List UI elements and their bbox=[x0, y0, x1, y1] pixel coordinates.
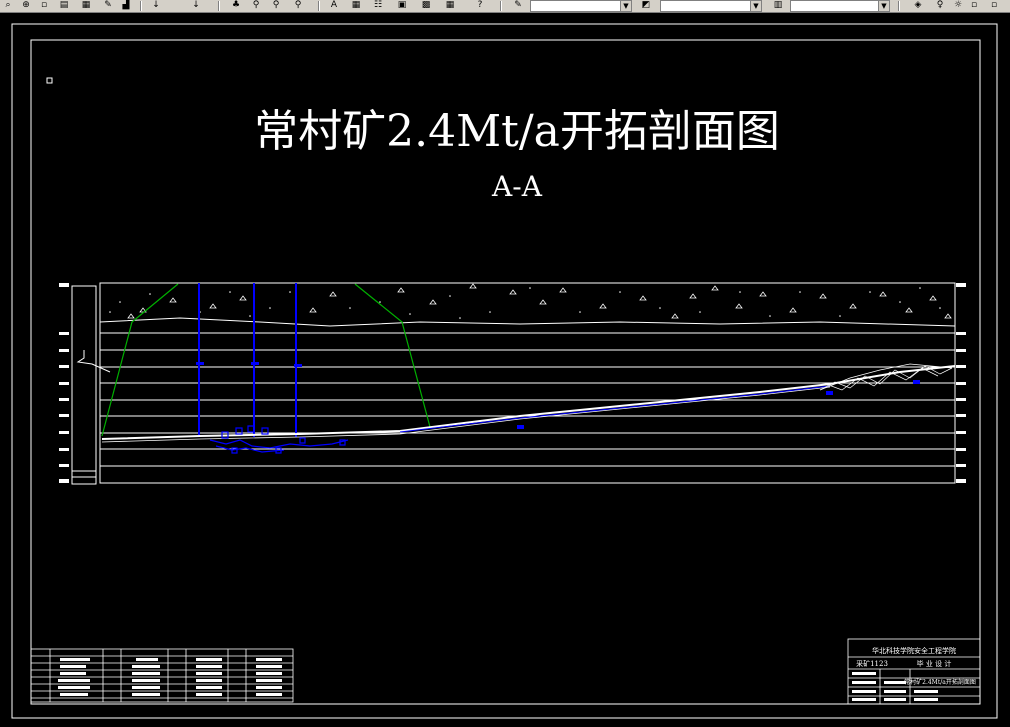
cursor-box-icon bbox=[46, 77, 53, 84]
tool-palette-icon[interactable]: ▩ bbox=[418, 0, 434, 11]
chevron-down-icon[interactable]: ▼ bbox=[878, 1, 889, 11]
redo-icon[interactable]: ↓ bbox=[188, 0, 204, 11]
layer-lock-icon[interactable]: ▫ bbox=[986, 0, 1002, 11]
zoom-realtime-icon[interactable]: ⊕ bbox=[18, 0, 34, 11]
layer-freeze-icon[interactable]: ▫ bbox=[966, 0, 982, 11]
chevron-down-icon[interactable]: ▼ bbox=[750, 1, 761, 11]
sun-icon[interactable]: ☼ bbox=[950, 0, 966, 11]
zoom-window-icon[interactable]: ⚲ bbox=[248, 0, 264, 11]
title-block: 华北科技学院安全工程学院 采矿1123 毕 业 设 计 常村矿2.4Mt/a开拓… bbox=[847, 638, 981, 705]
dimension-style-icon[interactable]: ◩ bbox=[638, 0, 654, 11]
title-block-class: 采矿1123 bbox=[856, 659, 888, 668]
help-icon[interactable]: ? bbox=[472, 0, 488, 11]
text-style-dropdown[interactable]: ▼ bbox=[530, 0, 632, 12]
dimension-style-dropdown[interactable]: ▼ bbox=[660, 0, 762, 12]
table-style-dropdown[interactable]: ▼ bbox=[790, 0, 890, 12]
paste-icon[interactable]: ▦ bbox=[78, 0, 94, 11]
zoom-previous-icon[interactable]: ⚲ bbox=[268, 0, 284, 11]
undo-icon[interactable]: ↓ bbox=[148, 0, 164, 11]
color-icon[interactable]: ♣ bbox=[228, 0, 244, 11]
pencil-icon[interactable]: ✎ bbox=[510, 0, 526, 11]
title-block-school: 华北科技学院安全工程学院 bbox=[872, 646, 956, 655]
right-elevation-scale bbox=[956, 283, 966, 483]
drawing-canvas[interactable]: 常村矿2.4Mt/a开拓剖面图 A-A 华北科技学院安全工程学院 采矿1123 … bbox=[0, 12, 1010, 722]
slope-right bbox=[354, 283, 431, 428]
layers-icon[interactable]: ◈ bbox=[910, 0, 926, 11]
match-properties-icon[interactable]: ▟ bbox=[118, 0, 134, 11]
layer-state-icon[interactable]: ♀ bbox=[932, 0, 948, 11]
chevron-down-icon[interactable]: ▼ bbox=[620, 1, 631, 11]
brush-icon[interactable]: ✎ bbox=[100, 0, 116, 11]
drawing-subtitle: A-A bbox=[491, 170, 543, 203]
zoom-icon[interactable]: ⌕ bbox=[0, 0, 16, 11]
section-profile bbox=[59, 282, 966, 485]
new-file-icon[interactable]: ▫ bbox=[36, 0, 52, 11]
table-style-icon[interactable]: ▥ bbox=[770, 0, 786, 11]
layer-tool-icon[interactable]: ▦ bbox=[348, 0, 364, 11]
title-block-drawing-name: 常村矿2.4Mt/a开拓剖面图 bbox=[904, 678, 976, 686]
zoom-icon-2[interactable]: ⚲ bbox=[290, 0, 306, 11]
table-icon[interactable]: ▦ bbox=[442, 0, 458, 11]
legend-table bbox=[30, 648, 294, 703]
properties-icon[interactable]: ☷ bbox=[370, 0, 386, 11]
design-center-icon[interactable]: ▣ bbox=[394, 0, 410, 11]
title-block-design: 毕 业 设 计 bbox=[917, 659, 952, 668]
open-folder-icon[interactable]: ▤ bbox=[56, 0, 72, 11]
main-roadway bbox=[101, 365, 956, 440]
text-style-icon[interactable]: A bbox=[326, 0, 342, 11]
slope-left bbox=[101, 283, 179, 437]
drawing-title: 常村矿2.4Mt/a开拓剖面图 bbox=[254, 106, 780, 157]
